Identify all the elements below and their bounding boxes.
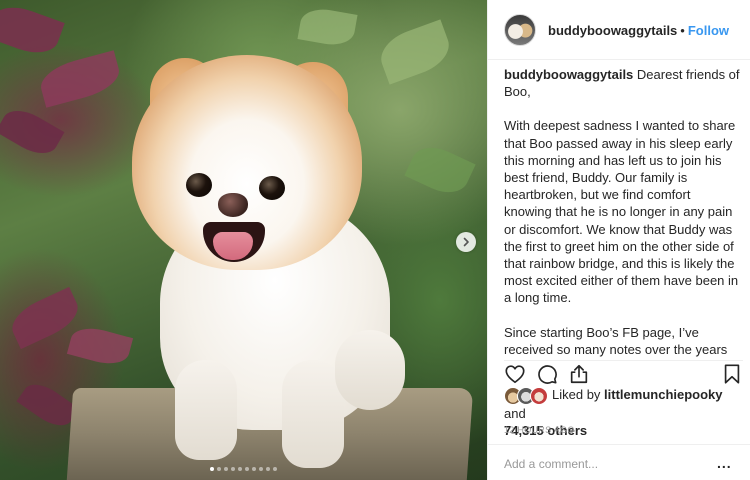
leaf-decoration	[374, 19, 456, 85]
carousel-indicator	[0, 467, 487, 471]
dog-eye	[186, 173, 212, 197]
leaf-decoration	[66, 322, 134, 370]
heart-icon	[505, 365, 525, 384]
likes-conjunction: and	[504, 405, 526, 421]
comment-bubble-icon	[538, 365, 557, 384]
share-icon	[570, 364, 588, 384]
avatar[interactable]	[504, 14, 536, 46]
post-sidebar: buddyboowaggytails • Follow buddyboowaggyt…	[487, 0, 750, 480]
share-button[interactable]	[568, 363, 590, 385]
action-bar	[504, 360, 743, 386]
caption-paragraph: With deepest sadness I wanted to share t…	[504, 118, 739, 306]
next-slide-button[interactable]	[456, 232, 476, 252]
username-link[interactable]: buddyboowaggytails	[548, 23, 677, 38]
caption-username[interactable]: buddyboowaggytails	[504, 67, 633, 82]
dog-leg	[335, 330, 405, 410]
more-options-button[interactable]: ...	[717, 455, 732, 471]
follow-button[interactable]: Follow	[688, 23, 729, 38]
post-timestamp[interactable]: 12 HOURS AGO	[504, 425, 575, 435]
dog-leg	[175, 360, 237, 460]
carousel-dot	[252, 467, 256, 471]
like-button[interactable]	[504, 363, 526, 385]
liker-username[interactable]: littlemunchiepooky	[604, 387, 722, 402]
dog-nose	[218, 193, 248, 217]
leaf-decoration	[36, 50, 124, 108]
carousel-dot	[245, 467, 249, 471]
carousel-dot	[217, 467, 221, 471]
comment-input[interactable]: Add a comment...	[504, 457, 598, 471]
chevron-right-icon	[463, 237, 469, 247]
leaf-decoration	[0, 0, 65, 61]
carousel-dot	[238, 467, 242, 471]
post-caption: buddyboowaggytails Dearest friends of Bo…	[504, 66, 741, 357]
carousel-dot	[266, 467, 270, 471]
dog-eye	[259, 176, 285, 200]
carousel-dot	[210, 467, 214, 471]
leaf-decoration	[404, 139, 476, 201]
liked-by-prefix: Liked by	[552, 387, 601, 402]
liker-avatar[interactable]	[530, 386, 548, 405]
leaf-decoration	[0, 102, 65, 162]
carousel-dot	[231, 467, 235, 471]
save-button[interactable]	[721, 363, 743, 385]
bookmark-icon	[724, 364, 740, 384]
header-separator: •	[680, 23, 685, 38]
post-photo[interactable]	[0, 0, 487, 480]
comment-bar: Add a comment... ...	[488, 444, 750, 480]
caption-first-paragraph: buddyboowaggytails Dearest friends of Bo…	[504, 66, 741, 100]
liker-avatars	[504, 386, 550, 405]
caption-paragraph: Since starting Boo’s FB page, I’ve recei…	[504, 324, 728, 357]
header-line: buddyboowaggytails • Follow	[548, 23, 729, 38]
post-header: buddyboowaggytails • Follow	[488, 0, 750, 60]
carousel-dot	[224, 467, 228, 471]
leaf-decoration	[297, 5, 358, 49]
carousel-dot	[273, 467, 277, 471]
comment-button[interactable]	[536, 363, 558, 385]
carousel-dot	[259, 467, 263, 471]
